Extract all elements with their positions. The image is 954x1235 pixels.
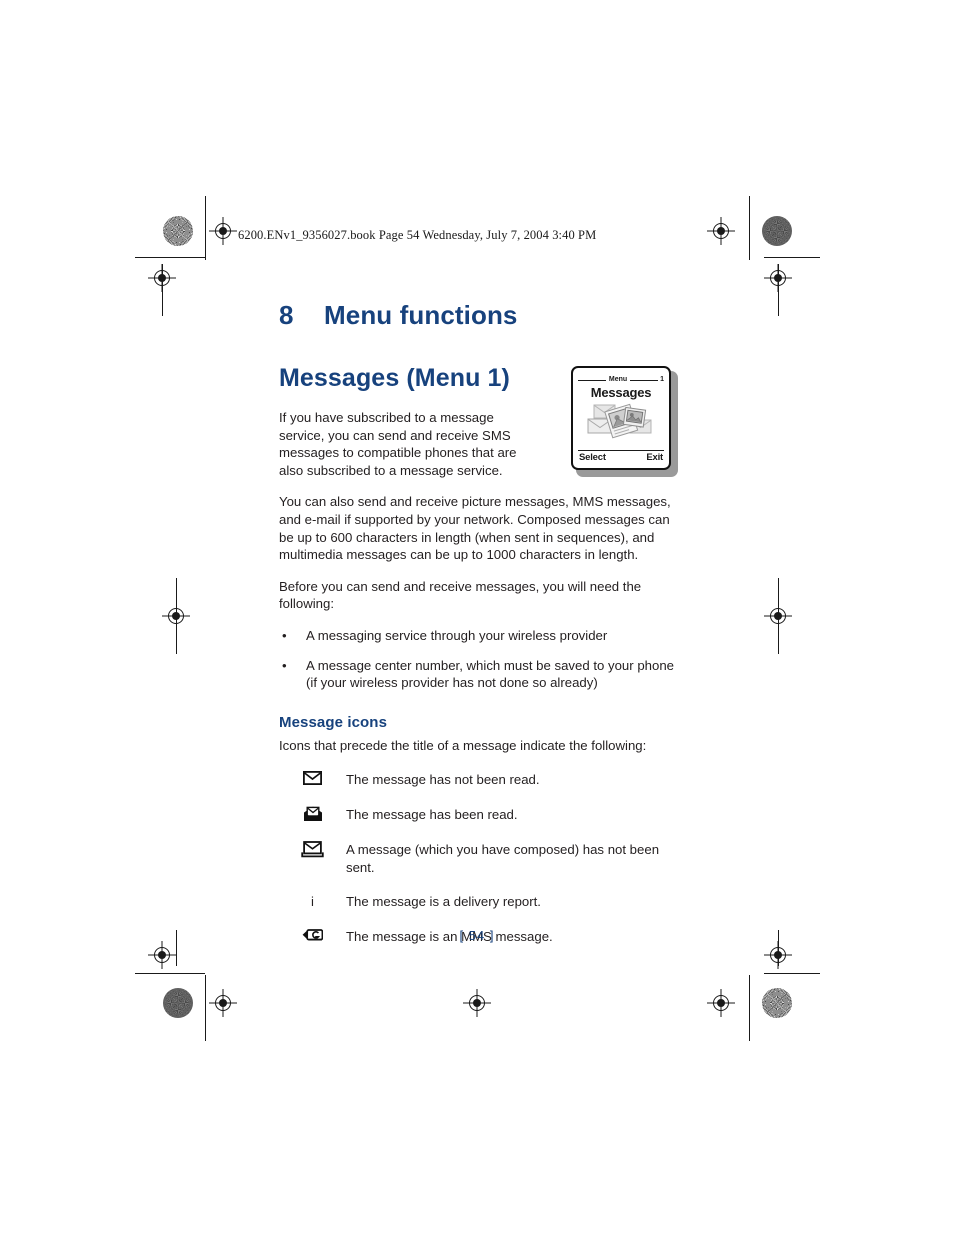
list-item-label: A messaging service through your wireles… bbox=[306, 627, 608, 643]
registration-target-top-right bbox=[707, 217, 735, 245]
legend-row: The message has not been read. bbox=[279, 770, 685, 790]
registration-target-top-left bbox=[209, 217, 237, 245]
subsection-intro: Icons that precede the title of a messag… bbox=[279, 737, 647, 753]
requirements-list: • A messaging service through your wirel… bbox=[279, 627, 685, 692]
topbar-rule-right bbox=[630, 379, 659, 381]
registration-circle-top-left bbox=[163, 216, 193, 246]
list-item: • A messaging service through your wirel… bbox=[279, 627, 685, 645]
phone-screen: Menu 1 Messages Select Exit bbox=[578, 373, 664, 463]
list-item: • A message center number, which must be… bbox=[279, 657, 685, 692]
section-intro-paragraph: If you have subscribed to a message serv… bbox=[279, 410, 517, 478]
phone-menu-label: Menu bbox=[608, 376, 628, 383]
phone-left-softkey[interactable]: Select bbox=[579, 452, 606, 463]
registration-target-bottom-center bbox=[463, 989, 491, 1017]
list-item-label: A message center number, which must be s… bbox=[306, 657, 674, 691]
crop-rule-upper-left-horizontal bbox=[135, 257, 205, 258]
phone-right-softkey[interactable]: Exit bbox=[646, 452, 663, 463]
legend-row: i The message is a delivery report. bbox=[279, 892, 685, 912]
chapter-title: Menu functions bbox=[324, 300, 518, 330]
registration-target-mid-right bbox=[764, 602, 792, 630]
crop-rule-lower-left-horizontal bbox=[135, 973, 205, 974]
crop-rule-upper-right-vertical bbox=[778, 264, 779, 316]
chapter-number: 8 bbox=[279, 300, 294, 330]
phone-menu-index: 1 bbox=[660, 376, 664, 383]
phone-screen-topbar: Menu 1 bbox=[578, 373, 664, 386]
phone-screen-title: Messages bbox=[590, 385, 652, 400]
crop-rule-bottom-right-vertical bbox=[749, 975, 750, 1041]
unsent-envelope-icon bbox=[279, 840, 346, 858]
legend-row-label: The message is a delivery report. bbox=[346, 893, 541, 909]
topbar-rule-left bbox=[578, 379, 606, 381]
registration-circle-bottom-right bbox=[762, 988, 792, 1018]
registration-target-lower-right bbox=[764, 941, 792, 969]
crop-rule-top-right-vertical bbox=[749, 196, 750, 260]
phone-softkey-bar: Select Exit bbox=[578, 450, 664, 463]
print-header-text: 6200.ENv1_9356027.book Page 54 Wednesday… bbox=[238, 228, 597, 242]
page-number: [ 54 ] bbox=[459, 928, 495, 943]
delivery-report-glyph: i bbox=[311, 893, 314, 909]
legend-row: A message (which you have composed) has … bbox=[279, 840, 685, 876]
registration-target-lower-left bbox=[148, 941, 176, 969]
legend-row-label: A message (which you have composed) has … bbox=[346, 842, 660, 875]
section-paragraph-2: You can also send and receive picture me… bbox=[279, 494, 671, 563]
crop-rule-bottom-left-vertical bbox=[205, 975, 206, 1041]
legend-row-label: The message has not been read. bbox=[346, 772, 540, 788]
phone-screen-illustration: Menu 1 Messages Select Exit bbox=[571, 366, 678, 477]
phone-frame: Menu 1 Messages Select Exit bbox=[571, 366, 671, 470]
message-icons-legend: The message has not been read. The messa… bbox=[279, 770, 685, 946]
crop-rule-top-left-vertical bbox=[205, 196, 206, 260]
crop-rule-upper-right-horizontal bbox=[764, 257, 820, 258]
open-envelope-icon bbox=[279, 805, 346, 822]
crop-rule-upper-left-vertical bbox=[162, 264, 163, 316]
registration-circle-top-right bbox=[762, 216, 792, 246]
subsection-heading: Message icons bbox=[279, 713, 388, 731]
registration-target-mid-left bbox=[162, 602, 190, 630]
chapter-heading: 8 Menu functions bbox=[279, 300, 685, 331]
registration-target-bottom-left bbox=[209, 989, 237, 1017]
phone-envelopes-graphic bbox=[578, 401, 664, 441]
bullet-icon: • bbox=[282, 627, 287, 643]
legend-row: The message has been read. bbox=[279, 805, 685, 825]
delivery-report-icon: i bbox=[279, 892, 346, 911]
legend-row-label: The message has been read. bbox=[346, 807, 518, 823]
bullet-icon: • bbox=[282, 657, 287, 673]
closed-envelope-icon bbox=[279, 770, 346, 786]
registration-target-bottom-right bbox=[707, 989, 735, 1017]
crop-rule-lower-right-horizontal bbox=[764, 973, 820, 974]
registration-circle-bottom-left bbox=[163, 988, 193, 1018]
section-paragraph-3: Before you can send and receive messages… bbox=[279, 578, 642, 612]
